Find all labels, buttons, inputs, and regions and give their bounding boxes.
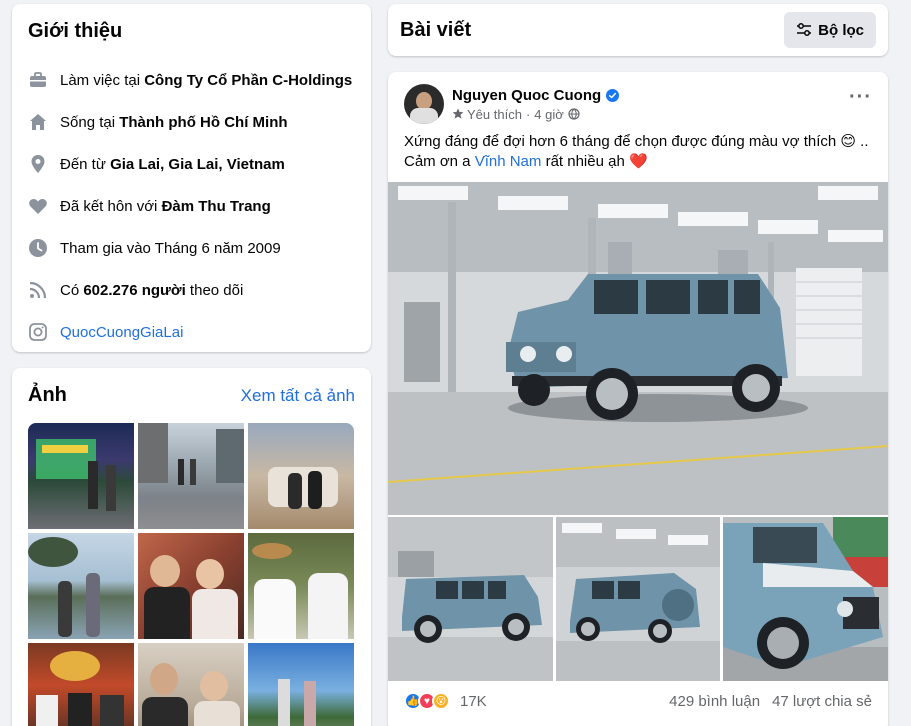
work-place-link[interactable]: Công Ty Cổ Phần C-Holdings bbox=[144, 72, 352, 89]
photo-thumbnail[interactable] bbox=[28, 423, 134, 529]
intro-title: Giới thiệu bbox=[28, 20, 123, 42]
home-icon bbox=[28, 112, 48, 132]
photo-thumbnail[interactable] bbox=[28, 533, 134, 639]
post-audience[interactable]: Yêu thích bbox=[467, 107, 522, 122]
live-place-link[interactable]: Thành phố Hồ Chí Minh bbox=[119, 114, 287, 131]
photo-thumbnail[interactable] bbox=[138, 423, 244, 529]
posts-header-card: Bài viết Bộ lọc bbox=[388, 4, 888, 56]
posts-title: Bài viết bbox=[400, 18, 472, 41]
intro-instagram: QuocCuongGiaLai bbox=[28, 311, 355, 353]
reaction-icons[interactable]: 👍 ♥ 😮 bbox=[404, 692, 450, 710]
reactions-bar: 👍 ♥ 😮 17K 429 bình luận 47 lượt chia sẻ bbox=[404, 692, 872, 710]
globe-icon bbox=[568, 108, 580, 120]
author-avatar[interactable] bbox=[404, 84, 444, 124]
verified-badge-icon bbox=[606, 88, 620, 102]
post-thumbnail[interactable] bbox=[723, 517, 889, 681]
photo-grid bbox=[28, 423, 354, 726]
spouse-link[interactable]: Đàm Thu Trang bbox=[162, 198, 271, 215]
author-name[interactable]: Nguyen Quoc Cuong bbox=[452, 87, 601, 104]
more-options-button[interactable]: ··· bbox=[849, 86, 872, 109]
rss-icon bbox=[28, 280, 48, 300]
intro-card: Giới thiệu Làm việc tại Công Ty Cổ Phần … bbox=[12, 4, 371, 352]
reaction-count[interactable]: 17K bbox=[460, 693, 487, 710]
clock-icon bbox=[28, 238, 48, 258]
filter-icon bbox=[797, 23, 812, 36]
post-main-image[interactable] bbox=[388, 182, 888, 515]
post-thumbnail[interactable] bbox=[388, 517, 553, 681]
intro-work: Làm việc tại Công Ty Cổ Phần C-Holdings bbox=[28, 59, 355, 101]
briefcase-icon bbox=[28, 70, 48, 90]
intro-joined: Tham gia vào Tháng 6 năm 2009 bbox=[28, 227, 355, 269]
filter-label: Bộ lọc bbox=[818, 21, 864, 39]
see-all-photos-link[interactable]: Xem tất cả ảnh bbox=[241, 386, 355, 406]
intro-live: Sống tại Thành phố Hồ Chí Minh bbox=[28, 101, 355, 143]
filter-button[interactable]: Bộ lọc bbox=[784, 12, 876, 48]
photo-thumbnail[interactable] bbox=[248, 643, 354, 726]
photo-thumbnail[interactable] bbox=[28, 643, 134, 726]
post-thumbnail[interactable] bbox=[555, 517, 721, 681]
photo-thumbnail[interactable] bbox=[248, 533, 354, 639]
post-card: Nguyen Quoc Cuong Yêu thích · 4 giờ ··· … bbox=[388, 72, 889, 726]
intro-from: Đến từ Gia Lai, Gia Lai, Vietnam bbox=[28, 143, 355, 185]
photo-thumbnail[interactable] bbox=[138, 533, 244, 639]
instagram-link[interactable]: QuocCuongGiaLai bbox=[60, 324, 183, 341]
photo-thumbnail[interactable] bbox=[248, 423, 354, 529]
wow-reaction-icon: 😮 bbox=[432, 692, 450, 710]
mention-link[interactable]: Vĩnh Nam bbox=[475, 153, 542, 170]
star-icon bbox=[452, 108, 464, 119]
photos-card: Ảnh Xem tất cả ảnh bbox=[12, 368, 371, 726]
post-text: Xứng đáng để đợi hơn 6 tháng để chọn đượ… bbox=[404, 133, 869, 170]
comment-count[interactable]: 429 bình luận bbox=[669, 693, 760, 710]
heart-icon bbox=[28, 196, 48, 216]
location-pin-icon bbox=[28, 154, 48, 174]
photo-thumbnail[interactable] bbox=[138, 643, 244, 726]
share-count[interactable]: 47 lượt chia sẻ bbox=[772, 693, 872, 710]
instagram-icon bbox=[28, 322, 48, 342]
post-thumbnail-row bbox=[388, 517, 889, 681]
intro-married: Đã kết hôn với Đàm Thu Trang bbox=[28, 185, 355, 227]
photos-title: Ảnh bbox=[28, 384, 67, 406]
intro-followers: Có 602.276 người theo dõi bbox=[28, 269, 355, 311]
post-time[interactable]: 4 giờ bbox=[534, 107, 564, 122]
from-place-link[interactable]: Gia Lai, Gia Lai, Vietnam bbox=[110, 156, 285, 173]
